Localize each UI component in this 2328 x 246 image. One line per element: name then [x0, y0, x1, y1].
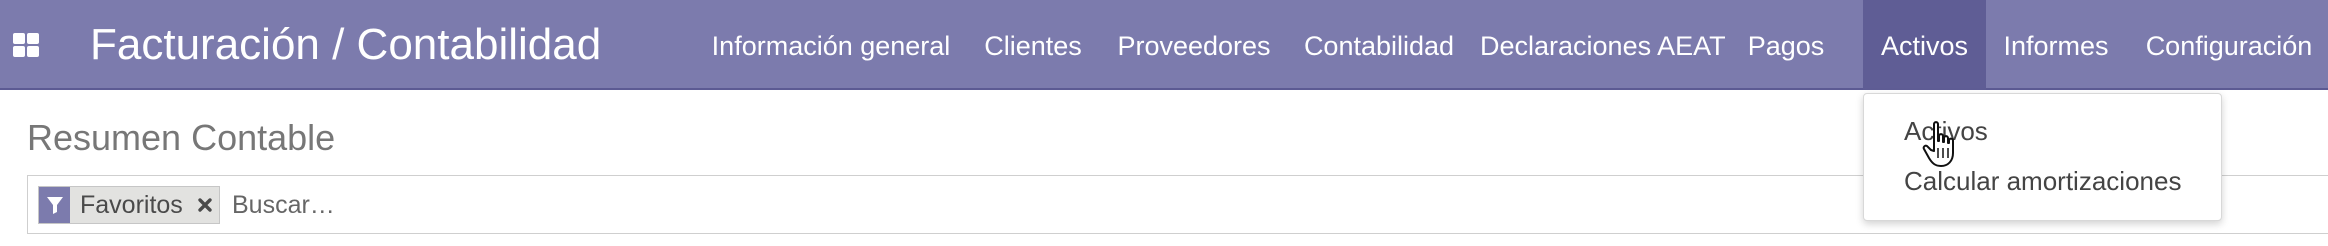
menu-proveedores[interactable]: Proveedores: [1110, 0, 1278, 90]
facet-label: Favoritos: [80, 191, 183, 219]
apps-grid-icon[interactable]: [12, 32, 40, 58]
menu-clientes[interactable]: Clientes: [972, 0, 1094, 90]
top-navbar: Facturación / Contabilidad Información g…: [0, 0, 2328, 90]
filter-icon: [39, 187, 70, 223]
search-facet: Favoritos: [38, 186, 220, 224]
menu-activos[interactable]: Activos: [1863, 0, 1986, 90]
menu-declaraciones-aeat[interactable]: Declaraciones AEAT: [1480, 0, 1726, 90]
menu-contabilidad[interactable]: Contabilidad: [1297, 0, 1461, 90]
menu-informes[interactable]: Informes: [2000, 0, 2112, 90]
remove-facet-icon[interactable]: [191, 187, 219, 223]
search-input[interactable]: [232, 186, 1832, 224]
app-title: Facturación / Contabilidad: [90, 20, 602, 69]
menu-informacion-general[interactable]: Información general: [703, 0, 959, 90]
menu-configuracion[interactable]: Configuración: [2140, 0, 2318, 90]
menu-pagos[interactable]: Pagos: [1740, 0, 1832, 90]
hand-pointer-icon: [1922, 120, 1958, 170]
activos-dropdown-menu: Activos Calcular amortizaciones: [1863, 93, 2222, 221]
page-title: Resumen Contable: [27, 117, 336, 158]
